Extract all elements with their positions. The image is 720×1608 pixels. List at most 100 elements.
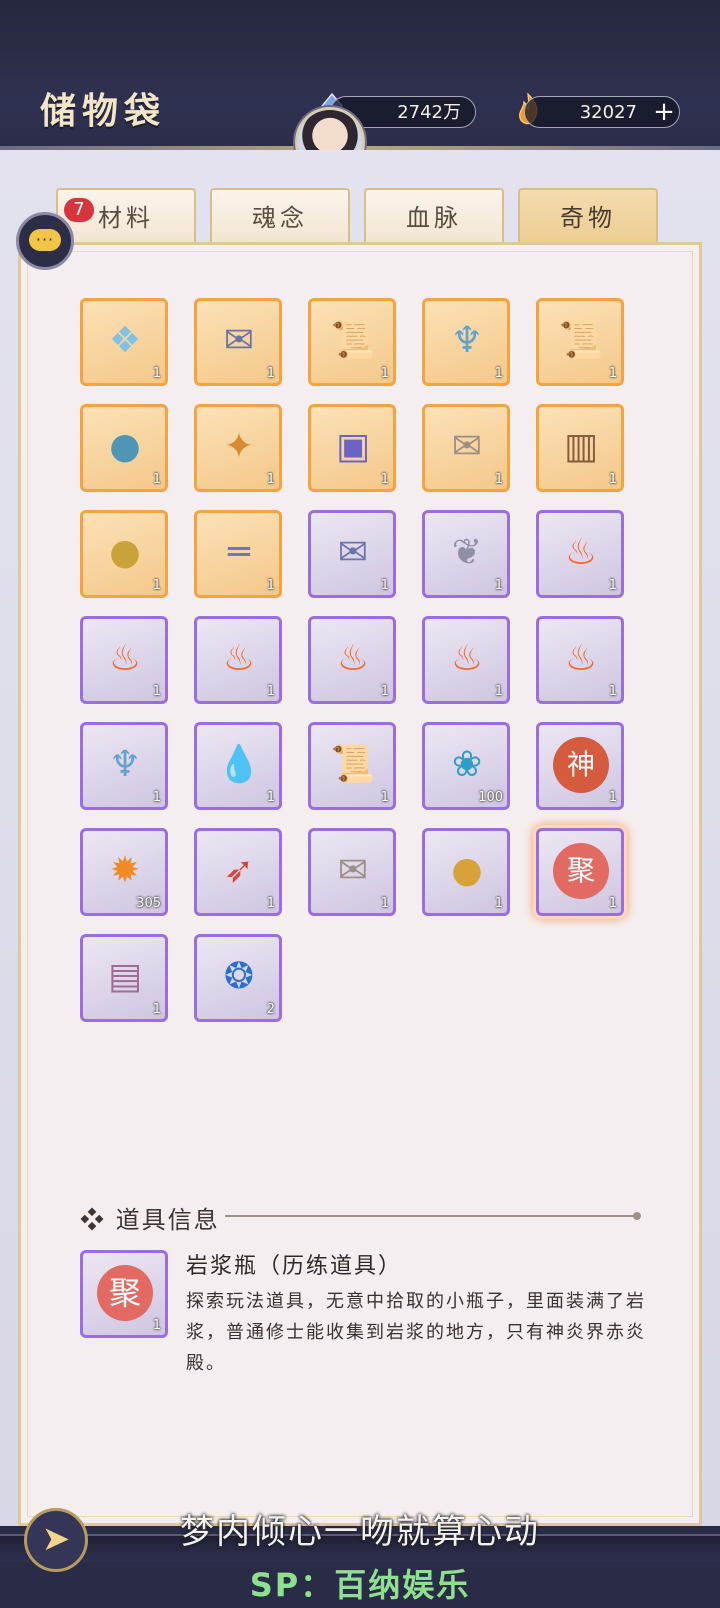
item-slot[interactable]: 💧 1	[194, 722, 282, 810]
item-count: 2	[266, 1002, 275, 1017]
tab-bloodline[interactable]: 血脉	[364, 188, 504, 244]
item-grid: ❖ 1 ✉ 1 📜 1 ♆ 1 📜 1 ● 1 ✦ 1 ▣ 1 ✉ 1 ▥ 1 ● 1 ═ 1 ✉ 1 ❦ 1 ♨ 1 ♨ 1 ♨ 1 ♨ 1 ♨ 1 ♨ 1…	[80, 298, 640, 1038]
tab-bloodline-label: 血脉	[406, 204, 462, 232]
item-description: 探索玩法道具，无意中拾取的小瓶子，里面装满了岩浆，普通修士能收集到岩浆的地方，只…	[186, 1291, 646, 1374]
item-count: 1	[608, 472, 617, 487]
item-slot[interactable]: ♆ 1	[80, 722, 168, 810]
item-slot[interactable]: ▥ 1	[536, 404, 624, 492]
item-slot[interactable]: 神1	[536, 722, 624, 810]
item-count: 1	[266, 790, 275, 805]
item-slot[interactable]: ✉ 1	[308, 510, 396, 598]
item-slot[interactable]: ♨ 1	[308, 616, 396, 704]
item-count: 1	[380, 366, 389, 381]
talisman-paper-icon: ✉	[223, 320, 255, 361]
letter-icon: ✉	[451, 426, 483, 467]
blue-shards-icon: ❖	[108, 320, 142, 361]
map-scroll-icon: ▤	[107, 956, 142, 997]
fish-pendant-icon: ♆	[450, 320, 484, 361]
item-slot[interactable]: ❦ 1	[422, 510, 510, 598]
water-drop-icon: 💧	[216, 744, 262, 785]
scroll-icon: 📜	[330, 320, 376, 361]
item-slot[interactable]: ● 1	[80, 510, 168, 598]
video-subtitle: 梦内倾心一吻就算心动	[180, 1512, 540, 1552]
item-count: 1	[380, 790, 389, 805]
diamond-icon: ❖	[80, 1206, 106, 1234]
item-slot[interactable]: 📜 1	[536, 298, 624, 386]
rolled-scroll-icon: ═	[228, 532, 250, 573]
item-count: 1	[152, 790, 161, 805]
item-info-heading-text: 道具信息	[115, 1206, 220, 1234]
item-slot[interactable]: ♆ 1	[422, 298, 510, 386]
item-slot[interactable]: ✹ 305	[80, 828, 168, 916]
item-title: 岩浆瓶（历练道具）	[186, 1254, 403, 1279]
item-slot[interactable]: ♨ 1	[422, 616, 510, 704]
item-slot[interactable]: ♨ 1	[536, 510, 624, 598]
selected-item-icon: 聚 1	[80, 1250, 168, 1338]
selected-item-count: 1	[152, 1318, 161, 1333]
flame-icon: ♨	[336, 638, 370, 679]
pouch-icon: ●	[109, 426, 141, 467]
page-title: 储物袋	[40, 90, 167, 132]
flame-icon: ♨	[564, 638, 598, 679]
item-count: 1	[608, 790, 617, 805]
item-slot[interactable]: ❀ 100	[422, 722, 510, 810]
divider	[225, 1212, 641, 1220]
flame-icon: ♨	[108, 638, 142, 679]
chat-dots: ···	[35, 230, 55, 249]
item-slot[interactable]: ▣ 1	[308, 404, 396, 492]
item-slot[interactable]: ✦ 1	[194, 404, 282, 492]
fish-pendant-icon: ♆	[108, 744, 142, 785]
tab-materials-label: 材料	[98, 204, 154, 232]
wings-icon: ❦	[451, 532, 483, 573]
item-count: 1	[494, 472, 503, 487]
item-count: 1	[266, 366, 275, 381]
item-slot[interactable]: ▤ 1	[80, 934, 168, 1022]
item-slot[interactable]: ✉ 1	[308, 828, 396, 916]
god-seal-icon: 神	[553, 737, 609, 793]
item-slot[interactable]: 📜 1	[308, 722, 396, 810]
talisman-paper-icon: ✉	[337, 532, 369, 573]
tab-soul[interactable]: 魂念	[210, 188, 350, 244]
item-slot[interactable]: ❂ 2	[194, 934, 282, 1022]
item-count: 1	[266, 472, 275, 487]
feather-icon: ➶	[223, 850, 255, 891]
item-slot[interactable]: ✉ 1	[194, 298, 282, 386]
item-slot[interactable]: ♨ 1	[80, 616, 168, 704]
item-count: 1	[380, 684, 389, 699]
item-info-heading: ❖ 道具信息	[80, 1200, 220, 1235]
item-count: 1	[494, 896, 503, 911]
item-slot[interactable]: ● 1	[80, 404, 168, 492]
item-count: 1	[266, 578, 275, 593]
painting-icon: ▥	[563, 426, 598, 467]
item-count: 305	[136, 896, 161, 911]
item-count: 1	[608, 578, 617, 593]
item-count: 1	[152, 684, 161, 699]
item-count: 1	[152, 578, 161, 593]
item-count: 1	[494, 366, 503, 381]
item-slot[interactable]: ➶ 1	[194, 828, 282, 916]
book-icon: ▣	[335, 426, 370, 467]
item-slot[interactable]: 聚1	[536, 828, 624, 916]
item-count: 1	[380, 896, 389, 911]
item-slot[interactable]: ♨ 1	[536, 616, 624, 704]
item-slot[interactable]: ═ 1	[194, 510, 282, 598]
chat-button[interactable]: ···	[16, 212, 74, 270]
bell-icon: ●	[109, 532, 141, 573]
item-slot[interactable]: ♨ 1	[194, 616, 282, 704]
paw-orb-icon: ❂	[223, 956, 255, 997]
watermark: SP：百纳娱乐	[249, 1566, 471, 1604]
item-slot[interactable]: ● 1	[422, 828, 510, 916]
tab-curios[interactable]: 奇物	[518, 188, 658, 244]
item-count: 100	[478, 790, 503, 805]
gourd-icon: ●	[451, 850, 483, 891]
item-slot[interactable]: ✉ 1	[422, 404, 510, 492]
water-spirit-icon: ❀	[451, 744, 483, 785]
item-count: 1	[152, 1002, 161, 1017]
item-count: 1	[380, 578, 389, 593]
item-slot[interactable]: 📜 1	[308, 298, 396, 386]
item-count: 1	[266, 684, 275, 699]
item-count: 1	[152, 472, 161, 487]
item-slot[interactable]: ❖ 1	[80, 298, 168, 386]
item-count: 1	[494, 684, 503, 699]
add-currency-button[interactable]: +	[650, 98, 678, 126]
